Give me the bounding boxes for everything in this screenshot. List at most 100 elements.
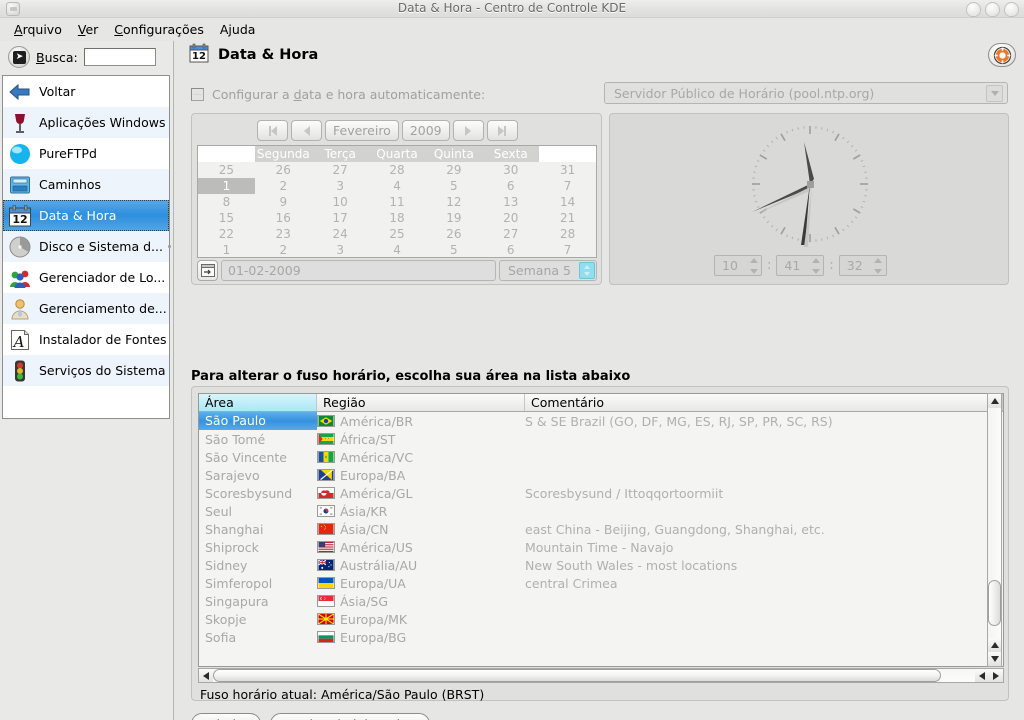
- calendar-day-cell[interactable]: 25: [369, 226, 426, 242]
- horizontal-scroll-track[interactable]: [213, 669, 975, 682]
- column-header-comment[interactable]: Comentário: [525, 394, 1003, 411]
- maximize-button[interactable]: [985, 2, 1000, 17]
- calendar-day-cell[interactable]: 23: [255, 226, 312, 242]
- admin-mode-button[interactable]: Modo Administrador: [269, 713, 430, 720]
- calendar-day-cell[interactable]: 4: [369, 178, 426, 194]
- calendar-day-cell[interactable]: 4: [369, 242, 426, 258]
- sidebar-item-disco-e-sistema-d[interactable]: Disco e Sistema d...: [3, 231, 169, 262]
- timezone-row[interactable]: Sidney Austrália/AU New South Wales - most…: [199, 556, 1003, 574]
- calendar-day-cell[interactable]: 14: [539, 194, 596, 210]
- menu-ajuda[interactable]: Ajuda: [212, 20, 264, 39]
- calendar-day-cell[interactable]: 18: [369, 210, 426, 226]
- calendar-day-cell[interactable]: 9: [255, 194, 312, 210]
- sidebar-item-instalador-de-fontes[interactable]: A Instalador de Fontes: [3, 324, 169, 355]
- calendar-day-cell[interactable]: 5: [425, 178, 482, 194]
- calendar-day-cell[interactable]: 7: [539, 242, 596, 258]
- timezone-row[interactable]: Shanghai Ásia/CN east China - Beijing, Gua…: [199, 520, 1003, 538]
- calendar-day-cell[interactable]: 25: [198, 162, 255, 178]
- analog-clock[interactable]: [722, 117, 898, 251]
- timezone-row[interactable]: Singapura Ásia/SG: [199, 592, 1003, 610]
- timezone-row[interactable]: Shiprock América/US Mountain Time - Navajo: [199, 538, 1003, 556]
- calendar-day-cell[interactable]: 29: [425, 162, 482, 178]
- scroll-right-button[interactable]: [989, 669, 1003, 682]
- timezone-row[interactable]: São Paulo América/BR S & SE Brazil (GO, DF…: [199, 412, 1003, 430]
- timezone-vertical-scrollbar[interactable]: [987, 393, 1002, 667]
- timezone-row[interactable]: Sarajevo Europa/BA: [199, 466, 1003, 484]
- calendar-day-cell[interactable]: 31: [539, 162, 596, 178]
- lifebuoy-help-icon[interactable]: [988, 43, 1016, 67]
- sidebar-item-voltar[interactable]: Voltar: [3, 76, 169, 107]
- seconds-spinbox[interactable]: 32: [838, 255, 887, 276]
- menu-arquivo[interactable]: Arquivo: [6, 20, 70, 39]
- timezone-row[interactable]: Skopje Europa/MK: [199, 610, 1003, 628]
- calendar-day-cell[interactable]: 3: [312, 178, 369, 194]
- auto-config-checkbox[interactable]: [191, 88, 204, 101]
- prev-month-button[interactable]: [291, 120, 322, 141]
- calendar-day-cell[interactable]: 27: [312, 162, 369, 178]
- help-button[interactable]: Ajuda: [191, 713, 261, 720]
- calendar-day-cell[interactable]: 15: [198, 210, 255, 226]
- timezone-row[interactable]: São Tomé África/ST: [199, 430, 1003, 448]
- calendar-day-cell[interactable]: 1: [198, 178, 255, 194]
- calendar-day-cell[interactable]: 1: [198, 242, 255, 258]
- sidebar-item-servi-os-do-sistema[interactable]: Serviços do Sistema: [3, 355, 169, 386]
- date-input[interactable]: 01-02-2009: [221, 260, 496, 281]
- calendar-day-cell[interactable]: 28: [369, 162, 426, 178]
- scroll-left-button-2[interactable]: [975, 669, 989, 682]
- calendar-day-cell[interactable]: 28: [539, 226, 596, 242]
- sidebar-scrollbar[interactable]: [168, 75, 171, 419]
- next-month-button[interactable]: [452, 120, 484, 141]
- calendar-day-cell[interactable]: 6: [482, 242, 539, 258]
- calendar-day-cell[interactable]: 17: [312, 210, 369, 226]
- calendar-day-cell[interactable]: 8: [198, 194, 255, 210]
- calendar-day-cell[interactable]: 6: [482, 178, 539, 194]
- column-header-area[interactable]: Área: [199, 394, 317, 411]
- scroll-down-button[interactable]: [988, 652, 1001, 666]
- search-input[interactable]: [83, 48, 156, 66]
- next-year-button[interactable]: [486, 120, 518, 141]
- calendar-day-cell[interactable]: 3: [312, 242, 369, 258]
- year-button[interactable]: 2009: [401, 120, 450, 141]
- seconds-spin-buttons[interactable]: [873, 258, 884, 274]
- hours-spinbox[interactable]: 10: [714, 255, 762, 276]
- ntp-server-combobox[interactable]: Servidor Público de Horário (pool.ntp.or…: [604, 82, 1008, 104]
- timezone-list[interactable]: Área Região Comentário São Paulo América/…: [198, 393, 1004, 667]
- sidebar-item-gerenciador-de-lo[interactable]: Gerenciador de Lo...: [3, 262, 169, 293]
- minutes-spin-buttons[interactable]: [810, 258, 821, 274]
- calendar-day-cell[interactable]: 30: [482, 162, 539, 178]
- calendar-day-cell[interactable]: 22: [198, 226, 255, 242]
- month-button[interactable]: Fevereiro: [325, 120, 399, 141]
- sidebar-item-aplica-es-windows[interactable]: Aplicações Windows: [3, 107, 169, 138]
- timezone-row[interactable]: Seul Ásia/KR: [199, 502, 1003, 520]
- calendar-day-cell[interactable]: 26: [425, 226, 482, 242]
- menu-ver[interactable]: Ver: [70, 20, 106, 39]
- calendar-day-cell[interactable]: 24: [312, 226, 369, 242]
- calendar-day-cell[interactable]: 2: [255, 178, 312, 194]
- calendar-day-cell[interactable]: 16: [255, 210, 312, 226]
- calendar-day-cell[interactable]: 20: [482, 210, 539, 226]
- search-run-icon[interactable]: ➤: [8, 46, 30, 68]
- date-picker-icon[interactable]: [197, 260, 218, 281]
- timezone-row[interactable]: São Vincente América/VC: [199, 448, 1003, 466]
- sidebar-item-caminhos[interactable]: Caminhos: [3, 169, 169, 200]
- calendar-day-cell[interactable]: 13: [482, 194, 539, 210]
- week-spin-buttons[interactable]: [579, 262, 595, 279]
- scroll-up-button-2[interactable]: [988, 638, 1001, 652]
- minutes-spinbox[interactable]: 41: [776, 255, 825, 276]
- calendar-day-cell[interactable]: 10: [312, 194, 369, 210]
- week-spinbox[interactable]: Semana 5: [499, 260, 597, 281]
- timezone-row[interactable]: Sofia Europa/BG: [199, 628, 1003, 646]
- calendar-day-cell[interactable]: 12: [425, 194, 482, 210]
- sidebar-item-data-hora[interactable]: 12 Data & Hora: [3, 200, 169, 231]
- calendar-day-cell[interactable]: 11: [369, 194, 426, 210]
- timezone-row[interactable]: Simferopol Europa/UA central Crimea: [199, 574, 1003, 592]
- scroll-left-button[interactable]: [199, 669, 213, 682]
- timezone-row[interactable]: Scoresbysund América/GL Scoresbysund / Itt…: [199, 484, 1003, 502]
- menu-configuracoes[interactable]: Configurações: [106, 20, 212, 39]
- chevron-down-icon[interactable]: [986, 84, 1003, 102]
- vertical-scroll-track[interactable]: [988, 408, 1001, 638]
- calendar-day-cell[interactable]: 5: [425, 242, 482, 258]
- close-button[interactable]: [1004, 2, 1019, 17]
- scroll-up-button[interactable]: [988, 394, 1001, 408]
- calendar-day-cell[interactable]: 21: [539, 210, 596, 226]
